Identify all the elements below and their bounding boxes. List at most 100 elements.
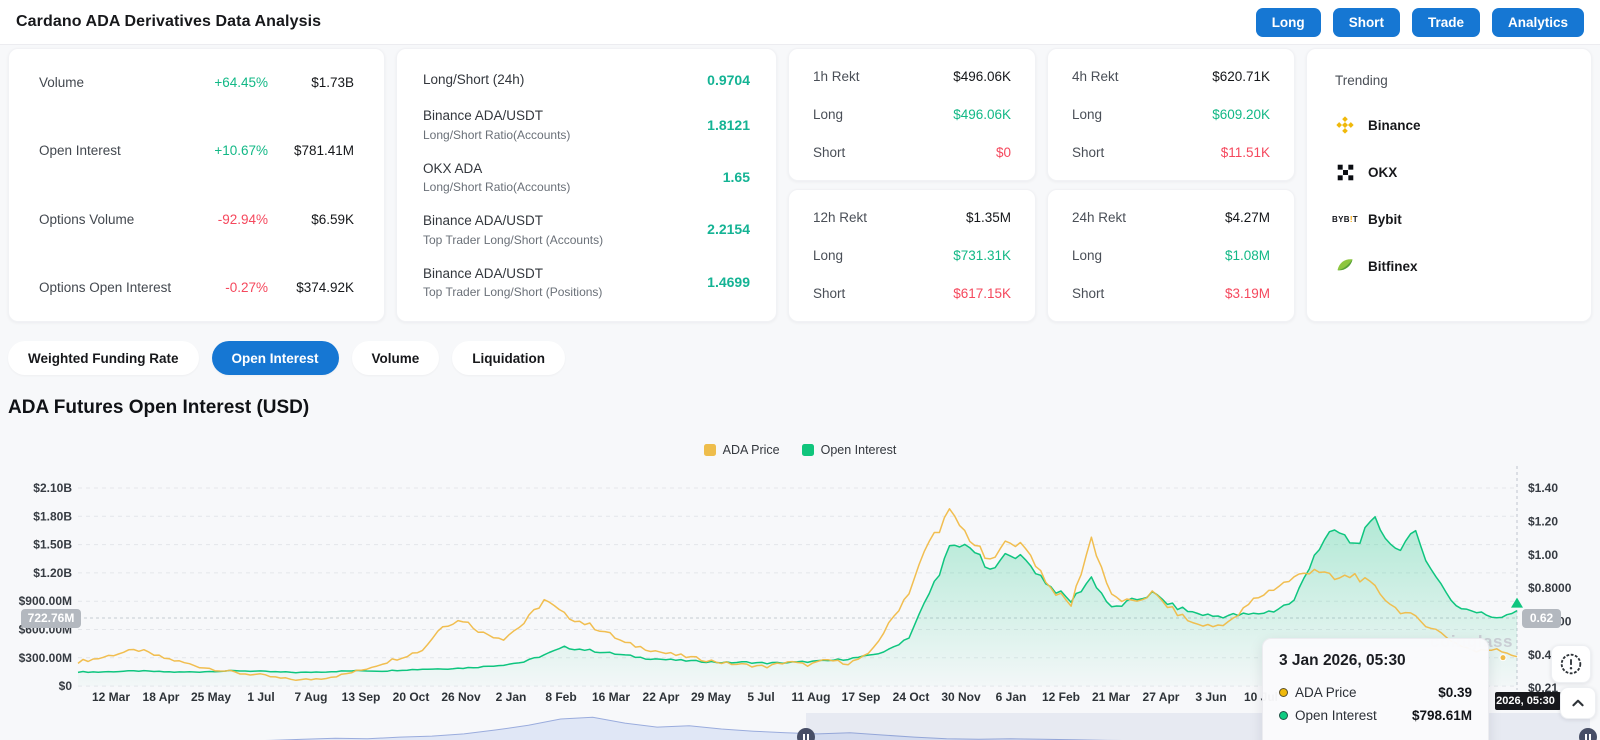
ada-price-dot <box>1279 688 1288 697</box>
stat-value: $1.73B <box>268 75 354 90</box>
trending-item-label: Bitfinex <box>1368 259 1418 274</box>
svg-text:26 Nov: 26 Nov <box>441 690 481 704</box>
tooltip-date: 3 Jan 2026, 05:30 <box>1279 652 1472 670</box>
short-button[interactable]: Short <box>1333 8 1400 37</box>
navigator-right-handle[interactable] <box>1579 728 1597 740</box>
stat-change: +10.67% <box>188 143 268 158</box>
tooltip-label: ADA Price <box>1295 681 1438 704</box>
svg-text:$1.00: $1.00 <box>1528 548 1558 562</box>
stat-label: Options Open Interest <box>39 280 188 295</box>
rekt-long-value: $496.06K <box>953 107 1011 122</box>
crosshair-price-badge: 0.62 <box>1522 609 1561 628</box>
rekt-title: 24h Rekt <box>1072 210 1126 225</box>
ratio-subname: Long/Short Ratio(Accounts) <box>423 128 570 142</box>
ratio-row: Binance ADA/USDT Top Trader Long/Short (… <box>423 212 750 246</box>
legend-ada-price[interactable]: ADA Price <box>704 443 780 457</box>
stat-change: +64.45% <box>188 75 268 90</box>
analytics-button[interactable]: Analytics <box>1492 8 1584 37</box>
oi-chart[interactable]: $2.10B$1.80B$1.50B$1.20B$900.00M$600.00M… <box>0 440 1600 740</box>
rekt-title: 4h Rekt <box>1072 69 1119 84</box>
tooltip-row-open-interest: Open Interest $798.61M <box>1279 704 1472 727</box>
ratio-row: Binance ADA/USDT Long/Short Ratio(Accoun… <box>423 107 750 141</box>
chevron-up-icon <box>1567 692 1589 714</box>
trending-item-binance[interactable]: Binance <box>1335 115 1563 135</box>
svg-text:12 Feb: 12 Feb <box>1042 690 1080 704</box>
svg-text:12 Mar: 12 Mar <box>92 690 130 704</box>
svg-text:16 Mar: 16 Mar <box>592 690 630 704</box>
legend-label: Open Interest <box>821 443 897 457</box>
ratio-subname: Top Trader Long/Short (Positions) <box>423 285 602 299</box>
long-short-ratio-card: Long/Short (24h) 0.9704 Binance ADA/USDT… <box>396 48 777 322</box>
trending-item-bybit[interactable]: BYB!T Bybit <box>1335 209 1563 229</box>
svg-text:6 Jan: 6 Jan <box>996 690 1027 704</box>
ratio-value: 2.2154 <box>707 221 750 237</box>
binance-icon <box>1335 115 1355 135</box>
ratio-value: 0.9704 <box>707 72 750 88</box>
ratio-value: 1.4699 <box>707 274 750 290</box>
svg-text:24 Oct: 24 Oct <box>893 690 930 704</box>
collapse-button[interactable] <box>1560 687 1596 719</box>
ratio-row: OKX ADA Long/Short Ratio(Accounts) 1.65 <box>423 160 750 194</box>
chart-tooltip: 3 Jan 2026, 05:30 ADA Price $0.39 Open I… <box>1262 638 1489 740</box>
stat-row-volume: Volume +64.45% $1.73B <box>39 75 354 90</box>
trending-item-label: OKX <box>1368 165 1397 180</box>
rekt-long-value: $1.08M <box>1225 248 1270 263</box>
crosshair-date-badge: 3 Jan 2026, 05:30 <box>1495 692 1561 710</box>
summary-cards: Volume +64.45% $1.73B Open Interest +10.… <box>8 48 1592 322</box>
svg-text:29 May: 29 May <box>691 690 731 704</box>
rekt-long-value: $731.31K <box>953 248 1011 263</box>
ratio-name: Binance ADA/USDT <box>423 107 570 125</box>
svg-text:$0: $0 <box>59 679 73 693</box>
rekt-total: $1.35M <box>966 210 1011 225</box>
rekt-long-label: Long <box>1072 107 1102 122</box>
page-header: Cardano ADA Derivatives Data Analysis Lo… <box>0 0 1600 45</box>
tab-weighted-funding-rate[interactable]: Weighted Funding Rate <box>8 341 199 375</box>
stat-row-open-interest: Open Interest +10.67% $781.41M <box>39 143 354 158</box>
svg-text:7 Aug: 7 Aug <box>295 690 328 704</box>
trade-button[interactable]: Trade <box>1412 8 1480 37</box>
svg-text:18 Apr: 18 Apr <box>143 690 180 704</box>
open-interest-dot <box>1279 711 1288 720</box>
svg-text:13 Sep: 13 Sep <box>342 690 381 704</box>
rekt-column-1: 1h Rekt$496.06K Long$496.06K Short$0 12h… <box>788 48 1036 322</box>
rekt-total: $4.27M <box>1225 210 1270 225</box>
stat-value: $781.41M <box>268 143 354 158</box>
header-buttons: Long Short Trade Analytics <box>1256 8 1584 37</box>
svg-text:$900.00M: $900.00M <box>19 594 72 608</box>
ratio-name: OKX ADA <box>423 160 570 178</box>
svg-text:11 Aug: 11 Aug <box>792 690 831 704</box>
tab-volume[interactable]: Volume <box>352 341 440 375</box>
svg-text:27 Apr: 27 Apr <box>1143 690 1180 704</box>
ratio-name: Binance ADA/USDT <box>423 265 602 283</box>
svg-text:$1.40: $1.40 <box>1528 481 1558 495</box>
chart-tabs: Weighted Funding Rate Open Interest Volu… <box>8 341 1600 375</box>
bitfinex-icon <box>1335 256 1355 276</box>
svg-text:1 Jul: 1 Jul <box>247 690 274 704</box>
trending-item-bitfinex[interactable]: Bitfinex <box>1335 256 1563 276</box>
market-stats-card: Volume +64.45% $1.73B Open Interest +10.… <box>8 48 385 322</box>
rekt-column-2: 4h Rekt$620.71K Long$609.20K Short$11.51… <box>1047 48 1295 322</box>
tab-open-interest[interactable]: Open Interest <box>212 341 339 375</box>
navigator-left-handle[interactable] <box>797 728 815 740</box>
tooltip-value: $0.39 <box>1438 681 1472 704</box>
long-button[interactable]: Long <box>1256 8 1321 37</box>
tab-liquidation[interactable]: Liquidation <box>452 341 565 375</box>
stat-row-options-volume: Options Volume -92.94% $6.59K <box>39 212 354 227</box>
trending-item-label: Binance <box>1368 118 1421 133</box>
svg-text:8 Feb: 8 Feb <box>545 690 576 704</box>
stat-row-options-open-interest: Options Open Interest -0.27% $374.92K <box>39 280 354 295</box>
alert-button[interactable] <box>1551 645 1591 683</box>
legend-label: ADA Price <box>723 443 780 457</box>
svg-text:$2.10B: $2.10B <box>33 481 72 495</box>
rekt-card-12h: 12h Rekt$1.35M Long$731.31K Short$617.15… <box>788 189 1036 322</box>
rekt-total: $620.71K <box>1212 69 1270 84</box>
legend-swatch-ada-price <box>704 444 716 456</box>
legend-open-interest[interactable]: Open Interest <box>802 443 897 457</box>
tooltip-value: $798.61M <box>1412 704 1472 727</box>
trending-item-okx[interactable]: OKX <box>1335 162 1563 182</box>
chart-legend: ADA Price Open Interest <box>0 443 1600 457</box>
svg-text:21 Mar: 21 Mar <box>1092 690 1130 704</box>
crosshair-oi-badge: 722.76M <box>21 609 81 628</box>
svg-text:30 Nov: 30 Nov <box>941 690 981 704</box>
rekt-card-1h: 1h Rekt$496.06K Long$496.06K Short$0 <box>788 48 1036 181</box>
